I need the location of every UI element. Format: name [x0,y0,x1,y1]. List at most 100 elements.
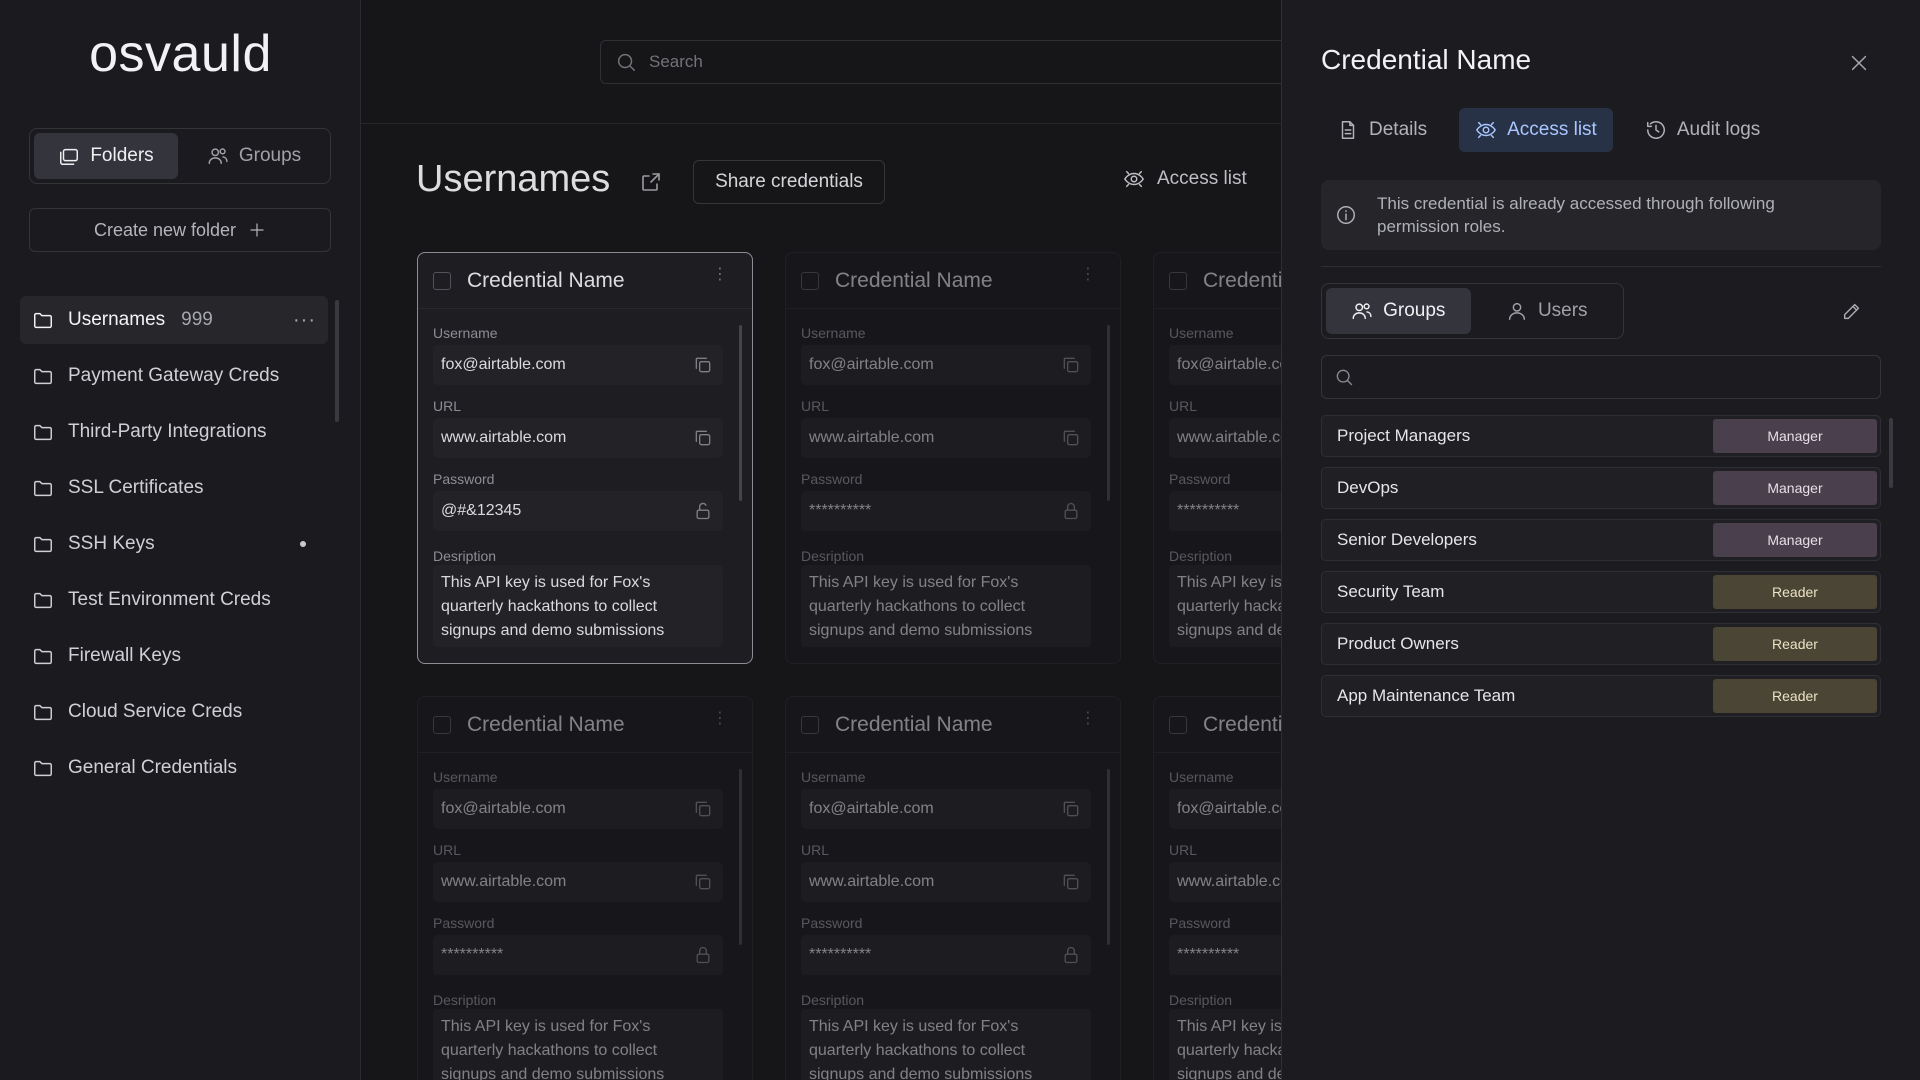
copy-icon[interactable] [693,872,713,892]
card-checkbox[interactable] [801,271,819,290]
tab-groups[interactable]: Groups [1326,288,1471,334]
card-scrollbar[interactable] [739,325,742,501]
kebab-menu-icon[interactable]: ⋮ [1080,711,1096,727]
share-credentials-button[interactable]: Share credentials [693,160,885,204]
tab-access-list[interactable]: Access list [1459,108,1613,152]
copy-icon[interactable] [693,355,713,375]
folder-item-ssh-keys[interactable]: SSH Keys [20,520,328,568]
role-badge[interactable]: Reader [1713,575,1877,609]
card-checkbox[interactable] [801,715,819,734]
card-scrollbar[interactable] [739,769,742,945]
username-field[interactable]: fox@airtable.com [801,789,1091,829]
access-row[interactable]: Product Owners Reader [1321,623,1881,665]
copy-icon[interactable] [1061,428,1081,448]
lock-icon[interactable] [1061,945,1081,965]
password-field[interactable]: ********** [801,491,1091,531]
url-field[interactable]: www.airtable.com [1169,862,1281,902]
kebab-menu-icon[interactable]: ⋮ [712,267,728,283]
url-value: www.airtable.com [441,873,567,890]
users-icon [1351,300,1373,322]
folder-label: SSH Keys [68,533,155,554]
credential-card[interactable]: Credential Name ⋮ Username fox@airtable.… [417,252,753,664]
lock-icon[interactable] [693,945,713,965]
credential-card[interactable]: Credential Name Username fox@airtable.co… [1153,696,1281,1080]
copy-icon[interactable] [1061,355,1081,375]
folder-item-cloud-service-creds[interactable]: Cloud Service Creds [20,688,328,736]
folder-item-general-credentials[interactable]: General Credentials [20,744,328,792]
username-field[interactable]: fox@airtable.com [801,345,1091,385]
credential-card[interactable]: Credential Name ⋮ Username fox@airtable.… [417,696,753,1080]
access-list-button[interactable]: Access list [1123,168,1247,190]
folder-item-usernames[interactable]: Usernames 999 ··· [20,296,328,344]
lock-icon[interactable] [1061,501,1081,521]
url-label: URL [1169,842,1198,858]
folder-item-payment-gateway-creds[interactable]: Payment Gateway Creds [20,352,328,400]
access-list-icon [1475,119,1497,141]
create-folder-button[interactable]: Create new folder [29,208,331,252]
tab-groups[interactable]: Groups [182,133,326,179]
tab-details[interactable]: Details [1321,108,1443,152]
username-field[interactable]: fox@airtable.com [1169,345,1281,385]
copy-icon[interactable] [693,799,713,819]
role-badge[interactable]: Manager [1713,471,1877,505]
close-icon[interactable] [1848,52,1870,74]
username-field[interactable]: fox@airtable.com [433,345,723,385]
folder-item-firewall-keys[interactable]: Firewall Keys [20,632,328,680]
kebab-menu-icon[interactable]: ⋮ [1080,267,1096,283]
password-field[interactable]: ********** [801,935,1091,975]
tab-folders[interactable]: Folders [34,133,178,179]
folder-item-test-environment-creds[interactable]: Test Environment Creds [20,576,328,624]
role-badge[interactable]: Reader [1713,679,1877,713]
username-field[interactable]: fox@airtable.com [1169,789,1281,829]
more-horizontal-icon[interactable]: ··· [293,309,316,332]
url-field[interactable]: www.airtable.com [433,418,723,458]
card-checkbox[interactable] [433,715,451,734]
card-checkbox[interactable] [1169,715,1187,734]
card-scrollbar[interactable] [1107,769,1110,945]
card-scrollbar[interactable] [1107,325,1110,501]
tab-audit-logs[interactable]: Audit logs [1629,108,1776,152]
credential-card[interactable]: Credential Name Username fox@airtable.co… [1153,252,1281,664]
copy-icon[interactable] [1061,799,1081,819]
access-row[interactable]: Security Team Reader [1321,571,1881,613]
url-field[interactable]: www.airtable.com [801,862,1091,902]
share-icon[interactable] [639,170,663,194]
access-row[interactable]: Senior Developers Manager [1321,519,1881,561]
role-badge[interactable]: Manager [1713,419,1877,453]
edit-pencil-icon[interactable] [1841,300,1863,322]
password-field[interactable]: ********** [1169,491,1281,531]
password-field[interactable]: @#&12345 [433,491,723,531]
card-checkbox[interactable] [433,271,451,290]
main-content: Search Usernames Share credentials Acces… [361,0,1281,1080]
card-header: Credential Name ⋮ [418,697,752,753]
role-badge[interactable]: Manager [1713,523,1877,557]
url-field[interactable]: www.airtable.com [433,862,723,902]
panel-scrollbar[interactable] [1889,418,1893,488]
url-field[interactable]: www.airtable.com [1169,418,1281,458]
tab-groups-label: Groups [238,145,302,166]
access-row[interactable]: Project Managers Manager [1321,415,1881,457]
username-field[interactable]: fox@airtable.com [433,789,723,829]
top-bar: Search [361,0,1281,124]
access-row[interactable]: App Maintenance Team Reader [1321,675,1881,717]
access-search-input[interactable] [1321,355,1881,399]
folder-item-third-party-integrations[interactable]: Third-Party Integrations [20,408,328,456]
url-label: URL [1169,398,1198,414]
sidebar-scrollbar[interactable] [335,300,339,422]
role-badge[interactable]: Reader [1713,627,1877,661]
credential-card[interactable]: Credential Name ⋮ Username fox@airtable.… [785,252,1121,664]
card-checkbox[interactable] [1169,271,1187,290]
access-row[interactable]: DevOps Manager [1321,467,1881,509]
credential-card[interactable]: Credential Name ⋮ Username fox@airtable.… [785,696,1121,1080]
unlock-icon[interactable] [693,501,713,521]
password-field[interactable]: ********** [433,935,723,975]
folder-item-ssl-certificates[interactable]: SSL Certificates [20,464,328,512]
password-field[interactable]: ********** [1169,935,1281,975]
kebab-menu-icon[interactable]: ⋮ [712,711,728,727]
copy-icon[interactable] [1061,872,1081,892]
folder-icon [32,589,54,611]
copy-icon[interactable] [693,428,713,448]
tab-users[interactable]: Users [1475,288,1620,334]
search-input[interactable]: Search [600,40,1281,84]
url-field[interactable]: www.airtable.com [801,418,1091,458]
